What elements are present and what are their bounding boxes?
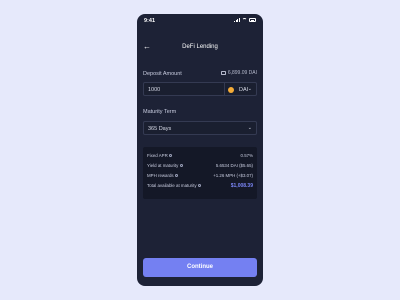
chevron-down-icon[interactable]: ⌄ (248, 125, 252, 131)
deposit-label: Deposit Amount (143, 71, 182, 77)
maturity-select[interactable]: 365 Days ⌄ (143, 121, 257, 135)
amount-input[interactable]: 1000 (148, 87, 160, 93)
wifi-icon (242, 18, 247, 22)
balance-value: 6,899.09 DAI (227, 70, 257, 76)
chevron-down-icon[interactable]: ⌄ (248, 86, 252, 92)
header: ← DeFi Lending (137, 42, 263, 54)
total-value: $1,008.39 (230, 183, 253, 189)
dai-coin-icon (228, 86, 234, 93)
battery-icon (249, 18, 256, 22)
deposit-amount-field: 1000 DAI ⌄ (143, 82, 257, 96)
page-title: DeFi Lending (182, 44, 218, 50)
status-bar: 9:41 (137, 14, 263, 28)
summary-label: Fixed APR (147, 153, 168, 158)
token-select[interactable]: DAI (239, 87, 248, 93)
summary-card: Fixed APR 0.57% Yield at maturity 5.6534… (143, 147, 257, 199)
info-icon[interactable] (198, 183, 202, 188)
continue-button[interactable]: Continue (143, 258, 257, 277)
phone-screen: 9:41 ← DeFi Lending Deposit Amount 6,899… (137, 14, 263, 286)
summary-row-yield: Yield at maturity 5.6534 DAI ($5.65) (147, 163, 253, 171)
info-icon[interactable] (179, 163, 184, 168)
wallet-icon (220, 71, 226, 75)
summary-label: Yield at maturity (147, 163, 179, 168)
balance-display: 6,899.09 DAI (220, 70, 257, 76)
summary-value: 0.57% (240, 153, 253, 158)
signal-icon (234, 18, 240, 22)
summary-label: MPH rewards (147, 173, 174, 178)
field-divider (224, 83, 225, 95)
maturity-value: 365 Days (148, 125, 172, 132)
summary-value: 5.6534 DAI ($5.65) (215, 163, 253, 168)
maturity-label: Maturity Term (143, 109, 177, 115)
summary-value: +1.26 MPH (+$3.07) (213, 173, 253, 178)
summary-row-apr: Fixed APR 0.57% (147, 153, 253, 161)
summary-row-total: Total available at maturity $1,008.39 (147, 183, 253, 191)
info-icon[interactable] (175, 173, 179, 178)
info-icon[interactable] (169, 153, 173, 158)
status-time: 9:41 (144, 18, 156, 24)
summary-label: Total available at maturity (147, 183, 197, 188)
status-icons (234, 18, 256, 22)
summary-row-rewards: MPH rewards +1.26 MPH (+$3.07) (147, 173, 253, 181)
